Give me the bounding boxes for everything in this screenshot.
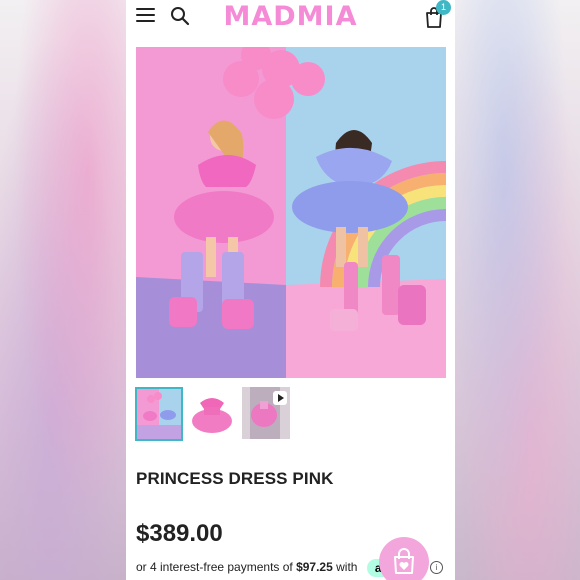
wishlist-bag-button[interactable] bbox=[379, 537, 429, 580]
product-title: PRINCESS DRESS PINK bbox=[136, 469, 334, 488]
brand-logo[interactable]: MADMIA bbox=[126, 1, 455, 32]
background-blur-right bbox=[454, 0, 580, 580]
product-price: $389.00 bbox=[136, 520, 223, 547]
background-blur-left bbox=[0, 0, 126, 580]
info-icon[interactable]: i bbox=[430, 561, 443, 574]
installment-amount: $97.25 bbox=[296, 560, 333, 575]
site-header: MADMIA 1 bbox=[126, 0, 455, 34]
product-page: MADMIA 1 PRINCESS DRESS PINK $389.00 or … bbox=[126, 0, 455, 580]
thumbnail-girls-photo[interactable] bbox=[135, 387, 183, 441]
play-icon bbox=[273, 391, 287, 405]
thumbnail-video[interactable] bbox=[242, 387, 290, 439]
installments-prefix: or 4 interest-free payments of bbox=[136, 560, 297, 575]
shopping-bag-heart-icon bbox=[394, 548, 414, 574]
installments-suffix: with bbox=[332, 560, 358, 575]
cart-count-badge[interactable]: 1 bbox=[436, 0, 451, 15]
thumbnail-pink-dress[interactable] bbox=[188, 387, 236, 439]
product-main-image[interactable] bbox=[136, 47, 446, 378]
